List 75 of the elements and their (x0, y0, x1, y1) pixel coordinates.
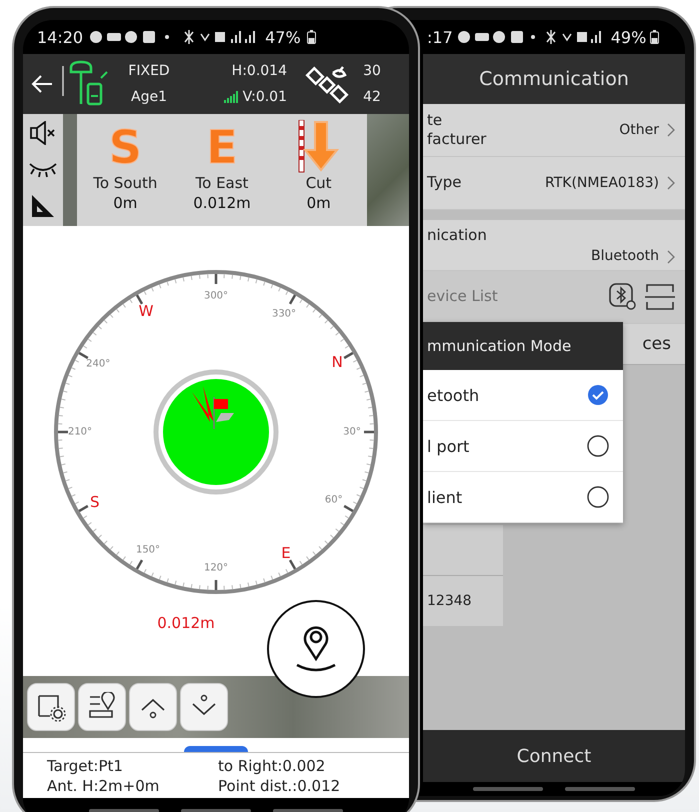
stakeout-value: 0.012m (193, 194, 251, 212)
stakeout-label: To South (93, 174, 158, 192)
stakeout-value: 0m (113, 194, 138, 212)
target-label: Target:Pt1 (47, 757, 124, 776)
degree-label: 330° (272, 308, 296, 320)
screen-title: Communication (423, 54, 685, 104)
setting-label: Type (427, 173, 462, 193)
chevron-icon (667, 176, 675, 190)
v-precision: V:0.01 (242, 89, 287, 105)
stakeout-label: Cut (306, 174, 332, 192)
previous-point-button[interactable] (129, 683, 177, 731)
option-label: etooth (427, 386, 480, 404)
status-time: 14:20 (37, 28, 84, 46)
cardinal-label: E (281, 544, 291, 562)
point-distance-label: Point dist.:0.012 (218, 776, 342, 796)
degree-label: 30° (343, 426, 361, 438)
battery-icon (306, 30, 316, 44)
satellites-visible: 42 (363, 89, 381, 105)
mode-option[interactable]: l port (423, 421, 623, 472)
mode-option[interactable]: lient (423, 472, 623, 523)
option-label: lient (427, 488, 462, 506)
degree-label: 300° (204, 290, 228, 302)
devices-tab[interactable]: ces (642, 334, 671, 354)
setting-value: RTK(NMEA0183) (545, 175, 659, 191)
drawer-handle[interactable] (184, 746, 248, 752)
mode-option[interactable]: etooth (423, 370, 623, 421)
cardinal-label: S (90, 493, 100, 511)
next-point-button[interactable] (180, 683, 228, 731)
direction-letter: S (108, 120, 142, 174)
back-arrow-icon[interactable] (31, 75, 53, 93)
radio-icon[interactable] (587, 435, 609, 457)
chevron-icon (667, 250, 675, 264)
dialog-title: mmunication Mode (423, 322, 623, 370)
radio-checked-icon[interactable] (587, 384, 609, 406)
degree-label: 210° (68, 426, 92, 438)
status-time: :17 (427, 28, 453, 46)
cut-arrow-icon (296, 120, 341, 174)
setting-row[interactable]: Type RTK(NMEA0183) (423, 157, 685, 210)
h-precision: H:0.014 (232, 63, 287, 79)
degree-label: 240° (86, 358, 110, 370)
setting-row[interactable]: te facturer Other (423, 104, 685, 157)
setting-row[interactable]: nication Bluetooth (423, 220, 685, 271)
setting-label: evice List (427, 287, 499, 307)
distance-value: 0.012m (157, 614, 215, 632)
stakeout-value: 0m (306, 194, 331, 212)
offset-label: to Right:0.002 (218, 757, 326, 776)
battery-level: 49% (610, 28, 646, 46)
option-label: l port (427, 436, 470, 456)
point-list-button[interactable] (78, 683, 126, 731)
setting-value: Other (619, 122, 659, 138)
direction-letter: E (206, 120, 238, 174)
degree-label: 150° (136, 544, 160, 556)
cardinal-label: W (138, 302, 154, 320)
signal-icon (224, 91, 238, 103)
degree-label: 120° (204, 562, 228, 574)
map-settings-button[interactable] (27, 683, 75, 731)
satellites-used: 30 (363, 63, 381, 79)
solution-status: FIXED (128, 63, 170, 79)
connect-button[interactable]: Connect (423, 730, 685, 782)
age-label: Age1 (131, 89, 167, 105)
map-settings-icon (36, 692, 66, 722)
battery-level: 47% (265, 28, 301, 46)
device-cell[interactable]: 12348 (423, 576, 503, 626)
stakeout-label: To East (196, 174, 248, 192)
radio-icon[interactable] (587, 486, 609, 508)
mute-icon[interactable] (29, 121, 57, 146)
setting-label: nication (427, 226, 488, 246)
direction-flag-drawing (192, 386, 234, 429)
setting-label: te facturer (427, 110, 488, 150)
setting-value: Bluetooth (591, 248, 659, 264)
battery-icon (650, 30, 660, 44)
chevron-icon (667, 123, 675, 137)
antenna-height-label: Ant. H:2m+0m (47, 776, 160, 796)
degree-label: 60° (324, 494, 343, 506)
cardinal-label: N (332, 353, 343, 371)
